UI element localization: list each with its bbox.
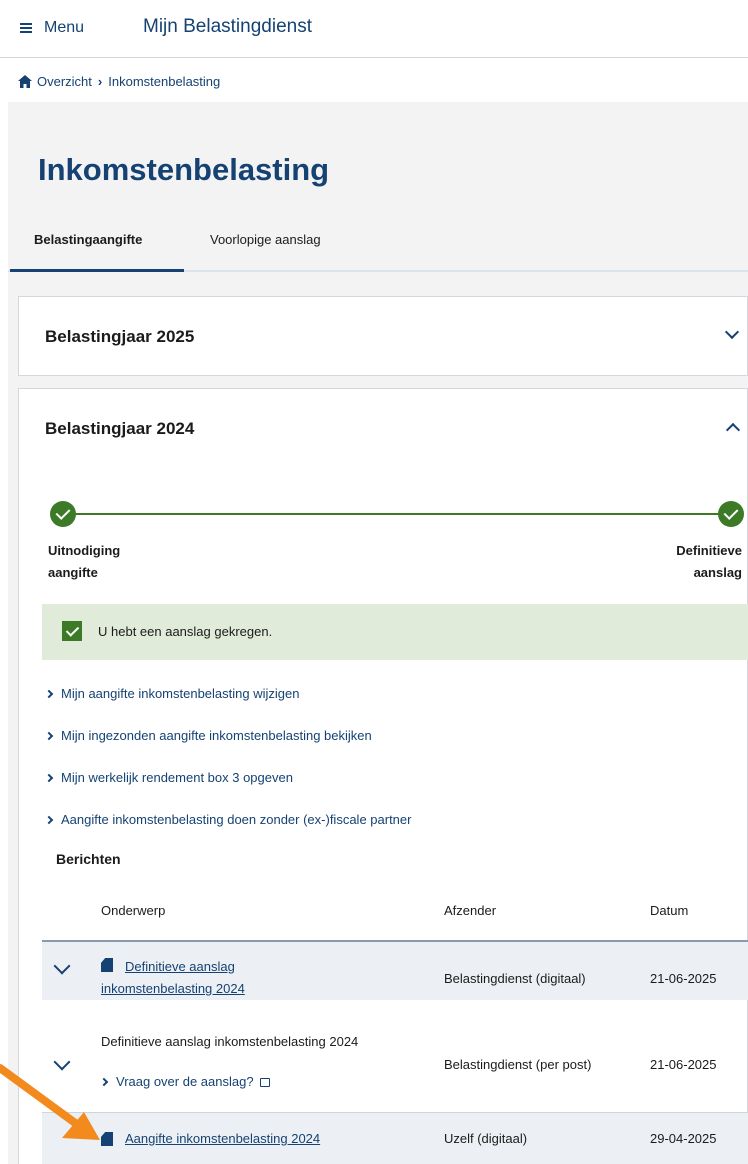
page-title: Inkomstenbelasting [38,152,330,187]
message-date: 21-06-2025 [650,1057,717,1072]
breadcrumb-home[interactable]: Overzicht [37,74,92,89]
step-label-uitnodiging: Uitnodiging aangifte [48,543,121,580]
message-subject: Definitieve aanslag inkomstenbelasting 2… [101,1034,359,1049]
chevron-right-icon [44,731,54,741]
chevron-right-icon [44,815,54,825]
chevron-down-icon[interactable] [53,957,71,975]
accordion-title[interactable]: Belastingjaar 2024 [45,419,194,439]
success-notice: U hebt een aanslag gekregen. [42,604,748,660]
message-date: 29-04-2025 [650,1131,717,1146]
active-tab-indicator [10,269,184,272]
column-header-datum: Datum [650,903,689,918]
messages-title: Berichten [56,851,121,867]
message-sender: Belastingdienst (digitaal) [444,971,586,986]
message-sender: Uzelf (digitaal) [444,1131,528,1146]
app-title[interactable]: Mijn Belastingdienst [143,16,312,38]
tab-belastingaangifte[interactable]: Belastingaangifte [34,232,142,247]
message-sender: Belastingdienst (per post) [444,1057,592,1072]
breadcrumb-separator-icon: › [97,74,103,89]
top-bar: Menu Mijn Belastingdienst [0,0,748,58]
breadcrumb: Overzicht › Inkomstenbelasting [18,74,220,89]
step-done-check-icon [718,501,744,527]
menu-button[interactable]: Menu [20,19,84,37]
chat-icon [259,1078,270,1087]
link-zonder-fiscale-partner[interactable]: Aangifte inkomstenbelasting doen zonder … [44,812,411,827]
chevron-down-icon[interactable] [724,324,740,340]
link-werkelijk-rendement[interactable]: Mijn werkelijk rendement box 3 opgeven [44,770,293,785]
progress-line [64,513,728,515]
breadcrumb-current: Inkomstenbelasting [108,74,221,89]
hamburger-icon [20,21,32,35]
link-vraag-over-aanslag[interactable]: Vraag over de aanslag? [99,1071,270,1093]
accordion-belastingjaar-2025[interactable]: Belastingjaar 2025 [18,296,748,376]
notice-text: U hebt een aanslag gekregen. [98,624,273,639]
message-subject-link[interactable]: Definitieve aanslag inkomstenbelasting 2… [101,956,245,1000]
link-aangifte-wijzigen[interactable]: Mijn aangifte inkomstenbelasting wijzige… [44,686,299,701]
tab-voorlopige-aanslag[interactable]: Voorlopige aanslag [210,232,321,247]
chevron-up-icon[interactable] [725,422,741,438]
tab-bar: Belastingaangifte Voorlopige aanslag [8,222,748,272]
chevron-right-icon [44,773,54,783]
column-header-onderwerp: Onderwerp [101,903,166,918]
message-date: 21-06-2025 [650,971,717,986]
checkbox-check-icon [62,621,82,641]
step-done-check-icon [50,501,76,527]
home-icon [18,75,32,88]
annotation-arrow-icon [0,1064,100,1140]
message-subject-link[interactable]: Aangifte inkomstenbelasting 2024 [125,1128,320,1150]
column-header-afzender: Afzender [444,903,497,918]
accordion-title: Belastingjaar 2025 [45,327,195,346]
step-label-definitieve: Definitieve aanslag [676,543,742,580]
menu-label: Menu [44,19,85,36]
chevron-right-icon [44,689,54,699]
link-aangifte-bekijken[interactable]: Mijn ingezonden aangifte inkomstenbelast… [44,728,372,743]
